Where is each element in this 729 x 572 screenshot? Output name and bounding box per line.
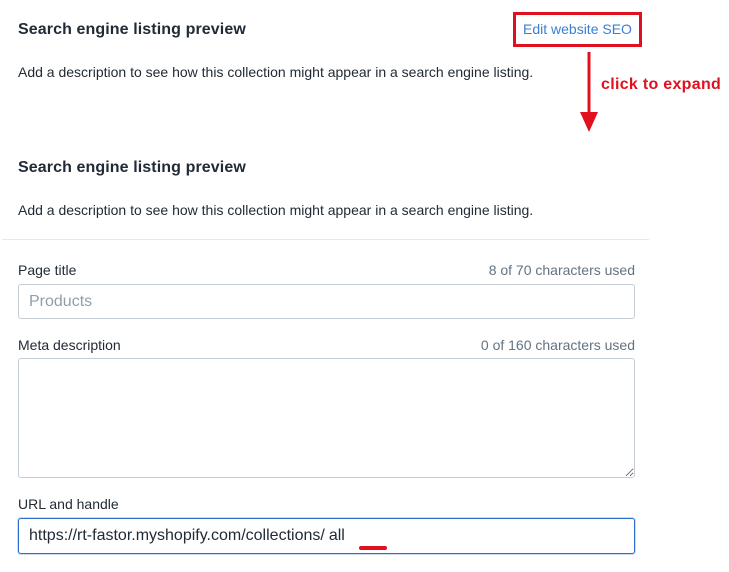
expanded-section-description: Add a description to see how this collec… (18, 202, 534, 218)
url-handle-field[interactable]: https://rt-fastor.myshopify.com/collecti… (18, 518, 635, 554)
page-title-counter: 8 of 70 characters used (488, 262, 635, 278)
meta-description-counter: 0 of 160 characters used (480, 337, 635, 353)
section-description: Add a description to see how this collec… (18, 64, 534, 80)
meta-description-label: Meta description (18, 337, 121, 353)
url-handle-value[interactable]: all (329, 527, 345, 545)
expanded-section-heading: Search engine listing preview (18, 159, 246, 176)
section-divider (2, 239, 649, 240)
url-handle-label: URL and handle (18, 496, 119, 512)
click-to-expand-annotation: click to expand (601, 76, 722, 93)
arrow-down-icon (580, 52, 598, 132)
edit-seo-highlight-box: Edit website SEO (513, 12, 642, 47)
section-heading: Search engine listing preview (18, 21, 246, 38)
handle-underline-highlight (359, 546, 387, 550)
page-title-label: Page title (18, 262, 77, 278)
page-title-input[interactable] (18, 284, 635, 319)
meta-description-textarea[interactable] (18, 358, 635, 478)
edit-website-seo-link[interactable]: Edit website SEO (523, 21, 632, 37)
url-prefix: https://rt-fastor.myshopify.com/collecti… (29, 527, 325, 544)
